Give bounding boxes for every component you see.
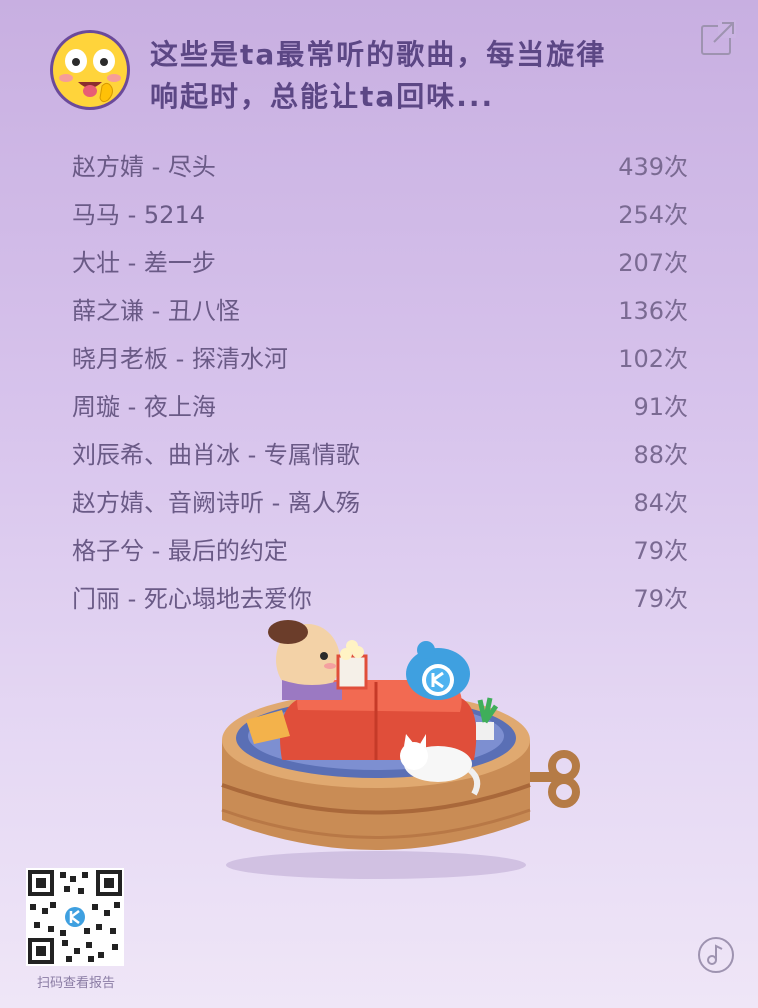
song-title: 刘辰希、曲肖冰 - 专属情歌	[72, 440, 360, 469]
song-title: 赵方婧 - 尽头	[72, 152, 216, 181]
play-count: 91次	[633, 392, 688, 421]
headline-line-1: 这些是ta最常听的歌曲，每当旋律	[150, 38, 607, 71]
song-title: 门丽 - 死心塌地去爱你	[72, 584, 312, 613]
play-count: 84次	[633, 488, 688, 517]
song-row[interactable]: 赵方婧、音阙诗听 - 离人殇 84次	[72, 476, 688, 524]
play-count: 79次	[633, 584, 688, 613]
song-title: 马马 - 5214	[72, 200, 205, 229]
music-note-icon[interactable]	[697, 936, 735, 974]
song-title: 赵方婧、音阙诗听 - 离人殇	[72, 488, 360, 517]
headline-line-2: 响起时，总能让ta回味...	[150, 80, 495, 113]
song-row[interactable]: 晓月老板 - 探清水河 102次	[72, 332, 688, 380]
play-count: 79次	[633, 536, 688, 565]
qr-code[interactable]	[26, 868, 124, 966]
song-list: 赵方婧 - 尽头 439次 马马 - 5214 254次 大壮 - 差一步 20…	[72, 140, 688, 620]
play-count: 207次	[618, 248, 688, 277]
play-count: 439次	[618, 152, 688, 181]
play-count: 88次	[633, 440, 688, 469]
song-row[interactable]: 薛之谦 - 丑八怪 136次	[72, 284, 688, 332]
play-count: 254次	[618, 200, 688, 229]
qr-caption: 扫码查看报告	[36, 976, 115, 991]
music-box-illustration	[221, 620, 580, 879]
song-title: 周璇 - 夜上海	[72, 392, 216, 421]
song-title: 薛之谦 - 丑八怪	[72, 296, 240, 325]
song-row[interactable]: 赵方婧 - 尽头 439次	[72, 140, 688, 188]
song-row[interactable]: 大壮 - 差一步 207次	[72, 236, 688, 284]
play-count: 136次	[618, 296, 688, 325]
song-row[interactable]: 刘辰希、曲肖冰 - 专属情歌 88次	[72, 428, 688, 476]
song-row[interactable]: 格子兮 - 最后的约定 79次	[72, 524, 688, 572]
song-title: 晓月老板 - 探清水河	[72, 344, 288, 373]
song-row[interactable]: 马马 - 5214 254次	[72, 188, 688, 236]
header: 这些是ta最常听的歌曲，每当旋律 响起时，总能让ta回味...	[48, 20, 736, 118]
song-title: 大壮 - 差一步	[72, 248, 216, 277]
song-title: 格子兮 - 最后的约定	[72, 536, 288, 565]
headline: 这些是ta最常听的歌曲，每当旋律 响起时，总能让ta回味...	[150, 34, 670, 118]
play-count: 102次	[618, 344, 688, 373]
share-external-icon[interactable]	[700, 20, 736, 56]
shocked-emoji-icon	[50, 30, 130, 110]
song-row[interactable]: 周璇 - 夜上海 91次	[72, 380, 688, 428]
